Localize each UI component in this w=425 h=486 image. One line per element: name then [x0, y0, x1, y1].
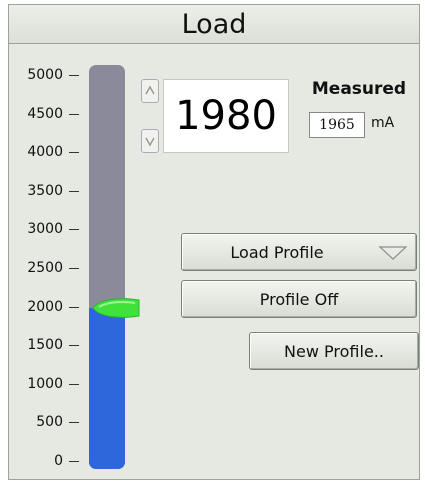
measured-value: 1965 — [309, 112, 365, 138]
scale-label: 500 — [36, 414, 63, 431]
measured-label: Measured — [311, 79, 407, 99]
load-panel: Load 5000 4500 4000 3500 3000 2500 2000 1500 100… — [8, 4, 420, 480]
scale-label: 3000 — [27, 221, 63, 238]
arrow-up-icon — [145, 85, 155, 95]
scale-tick — [69, 113, 79, 115]
setpoint-field[interactable]: 1980 — [163, 79, 289, 153]
scale-tick — [69, 383, 79, 385]
scale-tick — [69, 152, 79, 154]
spin-down-button[interactable] — [141, 129, 159, 153]
scale-label: 5000 — [27, 67, 63, 83]
scale-label: 4000 — [27, 144, 63, 161]
setpoint-spinner — [139, 79, 159, 153]
scale-tick — [69, 422, 79, 424]
load-slider-fill — [89, 308, 125, 469]
scale-label: 3500 — [27, 182, 63, 199]
arrow-down-icon — [145, 137, 155, 147]
scale-tick — [69, 229, 79, 231]
scale-tick — [69, 306, 79, 308]
panel-title: Load — [9, 5, 419, 44]
scale-label: 1000 — [27, 375, 63, 392]
scale-tick — [69, 190, 79, 192]
load-profile-dropdown[interactable]: Load Profile — [181, 233, 417, 271]
scale-label: 2500 — [27, 260, 63, 276]
chevron-down-icon — [378, 246, 408, 260]
measured-unit: mA — [371, 115, 395, 131]
profile-off-button[interactable]: Profile Off — [181, 280, 417, 318]
load-slider-thumb[interactable] — [91, 295, 141, 321]
scale-label: 2000 — [27, 298, 63, 315]
scale-tick — [69, 268, 79, 269]
new-profile-button[interactable]: New Profile.. — [249, 332, 419, 370]
spin-up-button[interactable] — [141, 79, 159, 103]
scale-label: 0 — [54, 453, 63, 469]
scale-tick — [69, 75, 79, 76]
scale-tick — [69, 461, 79, 462]
scale-label: 4500 — [27, 105, 63, 122]
scale-tick — [69, 345, 79, 347]
load-profile-label: Load Profile — [230, 242, 324, 262]
scale-label: 1500 — [27, 337, 63, 354]
load-slider-track[interactable] — [89, 65, 125, 469]
